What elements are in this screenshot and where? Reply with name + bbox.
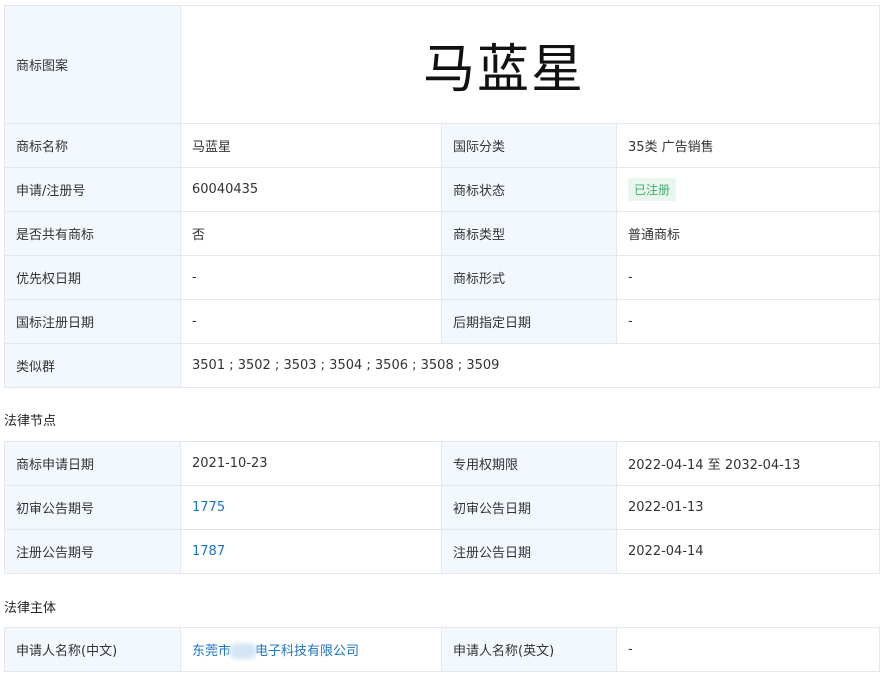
legal-subject-title: 法律主体 bbox=[4, 601, 57, 616]
table-row: 优先权日期 - 商标形式 - bbox=[4, 255, 881, 300]
reg-date-value: 2022-04-14 bbox=[616, 529, 880, 574]
status-label: 商标状态 bbox=[441, 167, 617, 212]
prelim-date-label: 初审公告日期 bbox=[441, 485, 617, 530]
trademark-logo-text: 马蓝星 bbox=[423, 40, 586, 100]
applicant-en-value: - bbox=[616, 627, 880, 672]
legal-nodes-title: 法律节点 bbox=[4, 414, 57, 429]
application-date-value: 2021-10-23 bbox=[180, 441, 442, 486]
table-row: 商标申请日期 2021-10-23 专用权期限 2022-04-14 至 203… bbox=[4, 441, 880, 486]
trademark-form-label: 商标形式 bbox=[441, 255, 617, 300]
later-designation-date-label: 后期指定日期 bbox=[441, 299, 617, 344]
trademark-form-value: - bbox=[615, 255, 881, 300]
table-row: 商标名称 马蓝星 国际分类 35类 广告销售 bbox=[4, 123, 881, 168]
trademark-info-table: 商标图案 马蓝星 商标名称 马蓝星 国际分类 35类 广告销售 申请/注册号 6… bbox=[4, 5, 881, 388]
priority-date-value: - bbox=[180, 255, 442, 300]
table-row: 初审公告期号 1775 初审公告日期 2022-01-13 bbox=[4, 485, 880, 530]
priority-date-label: 优先权日期 bbox=[4, 255, 181, 300]
table-row: 申请人名称(中文) 东莞市 电子科技有限公司 申请人名称(英文) - bbox=[4, 627, 880, 672]
prelim-issue-cell: 1775 bbox=[180, 485, 442, 530]
intl-reg-date-value: - bbox=[180, 299, 442, 344]
logo-row: 商标图案 马蓝星 bbox=[4, 5, 881, 124]
shared-trademark-label: 是否共有商标 bbox=[4, 211, 181, 256]
exclusive-term-label: 专用权期限 bbox=[441, 441, 617, 486]
logo-label: 商标图案 bbox=[4, 5, 181, 124]
application-date-label: 商标申请日期 bbox=[4, 441, 181, 486]
applicant-en-label: 申请人名称(英文) bbox=[441, 627, 617, 672]
status-badge: 已注册 bbox=[628, 178, 677, 201]
applicant-suffix: 电子科技有限公司 bbox=[255, 643, 360, 659]
status-cell: 已注册 bbox=[615, 167, 881, 212]
reg-date-label: 注册公告日期 bbox=[441, 529, 617, 574]
similar-group-value: 3501 ; 3502 ; 3503 ; 3504 ; 3506 ; 3508 … bbox=[179, 343, 881, 388]
legal-nodes-table: 商标申请日期 2021-10-23 专用权期限 2022-04-14 至 203… bbox=[4, 441, 880, 574]
intl-class-label: 国际分类 bbox=[441, 123, 617, 168]
prelim-issue-link[interactable]: 1775 bbox=[192, 500, 225, 515]
table-row: 是否共有商标 否 商标类型 普通商标 bbox=[4, 211, 881, 256]
trademark-logo: 马蓝星 bbox=[179, 5, 881, 124]
trademark-detail-page: 商标图案 马蓝星 商标名称 马蓝星 国际分类 35类 广告销售 申请/注册号 6… bbox=[0, 0, 891, 674]
trademark-name-label: 商标名称 bbox=[4, 123, 181, 168]
later-designation-date-value: - bbox=[615, 299, 881, 344]
reg-number-value: 60040435 bbox=[180, 167, 442, 212]
prelim-date-value: 2022-01-13 bbox=[616, 485, 880, 530]
table-row: 注册公告期号 1787 注册公告日期 2022-04-14 bbox=[4, 529, 880, 574]
table-row: 申请/注册号 60040435 商标状态 已注册 bbox=[4, 167, 881, 212]
applicant-cn-cell: 东莞市 电子科技有限公司 bbox=[180, 627, 442, 672]
applicant-cn-label: 申请人名称(中文) bbox=[4, 627, 181, 672]
reg-number-label: 申请/注册号 bbox=[4, 167, 181, 212]
prelim-issue-label: 初审公告期号 bbox=[4, 485, 181, 530]
intl-reg-date-label: 国标注册日期 bbox=[4, 299, 181, 344]
exclusive-term-value: 2022-04-14 至 2032-04-13 bbox=[616, 441, 880, 486]
table-row: 国标注册日期 - 后期指定日期 - bbox=[4, 299, 881, 344]
reg-issue-link[interactable]: 1787 bbox=[192, 544, 225, 559]
shared-trademark-value: 否 bbox=[180, 211, 442, 256]
trademark-type-label: 商标类型 bbox=[441, 211, 617, 256]
trademark-name-value: 马蓝星 bbox=[180, 123, 442, 168]
redacted-text bbox=[229, 643, 258, 660]
reg-issue-label: 注册公告期号 bbox=[4, 529, 181, 574]
table-row: 类似群 3501 ; 3502 ; 3503 ; 3504 ; 3506 ; 3… bbox=[4, 343, 881, 388]
similar-group-label: 类似群 bbox=[4, 343, 181, 388]
applicant-cn-link[interactable]: 东莞市 电子科技有限公司 bbox=[192, 643, 360, 660]
intl-class-value: 35类 广告销售 bbox=[615, 123, 881, 168]
reg-issue-cell: 1787 bbox=[180, 529, 442, 574]
trademark-type-value: 普通商标 bbox=[615, 211, 881, 256]
legal-subject-table: 申请人名称(中文) 东莞市 电子科技有限公司 申请人名称(英文) - bbox=[4, 627, 880, 672]
applicant-prefix: 东莞市 bbox=[192, 643, 232, 659]
